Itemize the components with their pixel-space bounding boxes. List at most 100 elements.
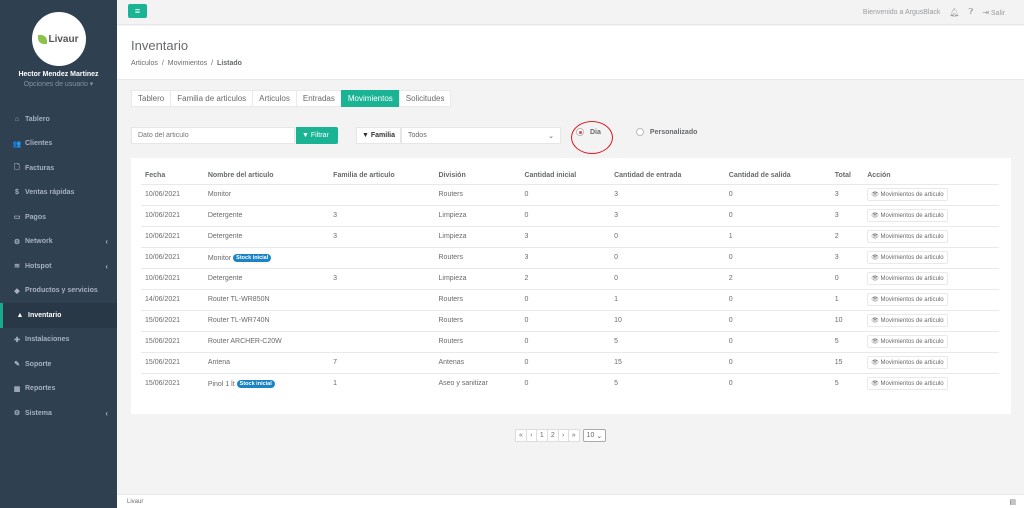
search-input[interactable] xyxy=(131,127,295,144)
help-icon[interactable]: ❓︎ xyxy=(969,7,974,17)
cell-action: 👁︎ Movimientos de articulo xyxy=(863,267,999,289)
breadcrumb-articulos[interactable]: Articulos xyxy=(131,60,158,67)
cell-fecha: 14/06/2021 xyxy=(141,288,204,310)
cell-division: Aseo y sanitizar xyxy=(434,372,521,394)
network-icon: ⚙ xyxy=(13,238,21,246)
eye-icon: 👁︎ xyxy=(871,192,879,198)
cell-familia xyxy=(329,183,435,205)
hamburger-icon: ≡ xyxy=(134,6,141,16)
movements-button[interactable]: 👁︎ Movimientos de articulo xyxy=(867,377,948,391)
cell-value: Aseo y sanitizar xyxy=(438,380,488,388)
movements-button[interactable]: 👁︎ Movimientos de articulo xyxy=(867,230,948,243)
cell-salida: 1 xyxy=(724,225,831,247)
profile-block: Livaur Hector Mendez Martinez Opciones d… xyxy=(0,0,117,100)
movements-button[interactable]: 👁︎ Movimientos de articulo xyxy=(867,314,948,327)
tab-entradas[interactable]: Entradas xyxy=(295,90,342,107)
money-icon: ▭ xyxy=(13,214,21,222)
cell-value: Monitor xyxy=(207,254,232,262)
sidebar-item-pagos[interactable]: ▭ Pagos xyxy=(0,205,117,230)
sidebar-item-soporte[interactable]: ✎ Soporte xyxy=(0,352,117,377)
dashboard-icon: ⌂ xyxy=(14,115,20,123)
cell-value: Detergente xyxy=(207,275,243,282)
topbar: ≡ Bienvenido a ArgusBlack 🔔︎ ❓︎ ⇥ Salir xyxy=(117,0,1024,25)
eye-icon: 👁︎ xyxy=(871,234,879,240)
sidebar-item-label: Ventas rápidas xyxy=(25,189,75,197)
radio-custom[interactable] xyxy=(635,128,644,136)
cell-value: 0 xyxy=(728,296,733,303)
menu-toggle-button[interactable]: ≡ xyxy=(128,4,147,18)
breadcrumb-movimientos[interactable]: Movimientos xyxy=(168,60,207,67)
sidebar-item-network[interactable]: ⚙ Network ‹ xyxy=(0,230,117,255)
cell-division: Routers xyxy=(434,246,521,268)
eye-icon: 👁︎ xyxy=(871,213,879,219)
column-header: División xyxy=(434,168,521,185)
sidebar-item-ventas-r-pidas[interactable]: $ Ventas rápidas xyxy=(0,181,117,206)
sidebar-item-facturas[interactable]: 🗋 Facturas xyxy=(0,156,117,181)
page-header: Inventario Articulos / Movimientos / Lis… xyxy=(117,26,1024,80)
movements-button[interactable]: 👁︎ Movimientos de articulo xyxy=(867,356,948,369)
cell-total: 15 xyxy=(830,351,864,373)
cell-division: Limpieza xyxy=(434,204,521,226)
sidebar-item-inventario[interactable]: ▲ Inventario xyxy=(0,303,117,328)
tab-solicitudes[interactable]: Solicitudes xyxy=(398,90,452,107)
cell-value: 15/06/2021 xyxy=(145,380,181,388)
user-name: Hector Mendez Martinez xyxy=(18,71,99,78)
cell-value: 3 xyxy=(834,212,839,219)
wifi-icon: ≋ xyxy=(14,263,20,271)
filter-button[interactable]: ▼ Filtrar xyxy=(296,127,338,144)
tab-tablero[interactable]: Tablero xyxy=(131,90,172,107)
cell-action: 👁︎ Movimientos de articulo xyxy=(863,309,999,331)
cell-value: 3 xyxy=(834,191,839,198)
page-last-button[interactable]: » xyxy=(567,429,580,442)
user-options-dropdown[interactable]: Opciones de usuario ▾ xyxy=(0,80,117,88)
tab-familia-de-articulos[interactable]: Familia de articulos xyxy=(170,90,254,107)
sidebar-item-sistema[interactable]: ⚙ Sistema ‹ xyxy=(0,401,117,426)
cell-nombre: Router TL-WR850N xyxy=(203,288,330,310)
users-icon: 👥 xyxy=(12,140,22,148)
per-page-value: 10 xyxy=(586,432,595,439)
movements-button[interactable]: 👁︎ Movimientos de articulo xyxy=(867,188,948,201)
support-icon: ✎ xyxy=(14,361,20,369)
cell-salida: 0 xyxy=(724,288,831,310)
sidebar-item-instalaciones[interactable]: ✚ Instalaciones xyxy=(0,328,117,353)
settings-icon[interactable]: ▤ xyxy=(1009,498,1016,506)
cell-value: 1 xyxy=(333,380,338,388)
cell-fecha: 10/06/2021 xyxy=(141,267,204,289)
movements-button[interactable]: 👁︎ Movimientos de articulo xyxy=(867,209,948,222)
sidebar-item-productos-y-servicios[interactable]: ◆ Productos y servicios xyxy=(0,279,117,304)
movements-button-label: Movimientos de articulo xyxy=(880,339,944,345)
cell-value: 0 xyxy=(614,254,618,261)
chevron-left-icon: ‹ xyxy=(105,237,108,247)
movements-button[interactable]: 👁︎ Movimientos de articulo xyxy=(867,335,948,348)
sidebar-item-label: Productos y servicios xyxy=(25,287,98,295)
table-row: 10/06/2021 Detergente 3 Limpieza 0 3 0 3 👁︎ Movi… xyxy=(141,204,999,226)
logo[interactable]: Livaur xyxy=(31,12,86,66)
table-row: 14/06/2021 Router TL-WR850N Routers 0 1 0 1 👁︎ … xyxy=(141,288,999,310)
sidebar-item-clientes[interactable]: 👥 Clientes xyxy=(0,132,117,157)
family-select[interactable]: Todos ⌄ xyxy=(401,127,562,144)
date-mode-radio-group: Dia Personalizado xyxy=(576,128,697,136)
bell-icon[interactable]: 🔔︎ xyxy=(949,8,959,17)
movements-button[interactable]: 👁︎ Movimientos de articulo xyxy=(867,251,948,264)
tab-movimientos[interactable]: Movimientos xyxy=(340,90,400,107)
cell-action: 👁︎ Movimientos de articulo xyxy=(863,330,999,352)
movements-button[interactable]: 👁︎ Movimientos de articulo xyxy=(867,272,948,285)
column-header: Cantidad de entrada xyxy=(610,168,725,185)
movements-button[interactable]: 👁︎ Movimientos de articulo xyxy=(867,293,948,306)
sidebar-item-label: Soporte xyxy=(25,360,52,368)
tab-articulos[interactable]: Articulos xyxy=(252,90,297,107)
cell-value: Router ARCHER-C20W xyxy=(207,338,282,345)
sidebar-item-reportes[interactable]: ▦ Reportes xyxy=(0,377,117,402)
cell-entrada: 10 xyxy=(610,309,725,331)
sidebar-item-tablero[interactable]: ⌂ Tablero xyxy=(0,107,117,132)
per-page-select[interactable]: 10 ⌄ xyxy=(582,429,607,442)
stock-badge: Stock inicial xyxy=(236,379,275,388)
logout-link[interactable]: ⇥ Salir xyxy=(982,8,1005,17)
cell-familia xyxy=(329,246,435,268)
cell-total: 1 xyxy=(830,288,864,310)
sidebar-nav: ⌂ Tablero 👥 Clientes 🗋 Facturas $ Ventas rápida… xyxy=(0,107,117,426)
radio-day[interactable] xyxy=(576,128,584,136)
sidebar-item-hotspot[interactable]: ≋ Hotspot ‹ xyxy=(0,254,117,279)
sidebar-item-label: Inventario xyxy=(28,311,62,319)
cell-fecha: 15/06/2021 xyxy=(141,309,204,331)
